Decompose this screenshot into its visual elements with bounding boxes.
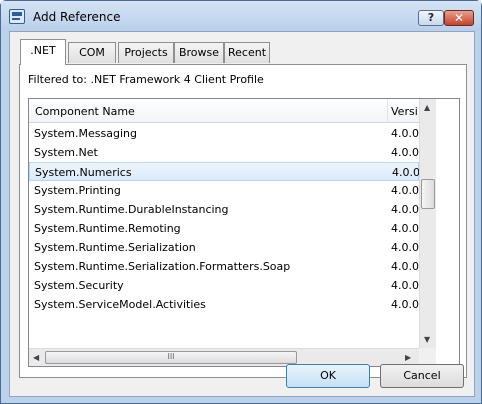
help-button[interactable]: ? [418,10,444,26]
component-version: 4.0.0.0 [392,166,419,179]
list-item[interactable]: System.Runtime.Serialization.Formatters.… [29,257,419,276]
component-version: 4.0.0.0 [391,222,419,235]
tab-dotnet[interactable]: .NET [20,39,66,65]
tab-com[interactable]: COM [68,42,116,63]
component-name: System.Messaging [34,127,137,140]
component-name: System.Runtime.DurableInstancing [34,203,229,216]
component-name: System.Runtime.Remoting [34,222,181,235]
tab-browse[interactable]: Browse [174,42,224,63]
add-reference-dialog: Add Reference ? ✕ .NET COM Projects Brow… [0,0,482,404]
component-version: 4.0.0.0 [391,298,419,311]
component-version: 4.0.0.0 [391,260,419,273]
component-version: 4.0.0.0 [391,203,419,216]
component-version: 4.0.0.0 [391,184,419,197]
column-header-component-name[interactable]: Component Name [35,105,135,118]
list-header: Component Name Versi [29,99,419,123]
component-name: System.Numerics [35,166,132,179]
close-button[interactable]: ✕ [444,10,474,26]
tab-projects[interactable]: Projects [118,42,174,63]
ok-button[interactable]: OK [286,364,370,388]
list-item[interactable]: System.Runtime.Remoting 4.0.0.0 [29,219,419,238]
component-name: System.Runtime.Serialization.Formatters.… [34,260,291,273]
list-item[interactable]: System.Security 4.0.0.0 [29,276,419,295]
list-item[interactable]: System.Runtime.Serialization 4.0.0.0 [29,238,419,257]
component-name: System.Printing [34,184,121,197]
list-item[interactable]: System.Printing 4.0.0.0 [29,181,419,200]
scroll-down-icon[interactable]: ▼ [424,335,430,344]
list-item-selected[interactable]: System.Numerics 4.0.0.0 [29,162,419,181]
scroll-up-icon[interactable]: ▲ [424,103,430,112]
component-version: 4.0.0.0 [391,241,419,254]
component-name: System.Runtime.Serialization [34,241,196,254]
visual-studio-icon [9,9,25,24]
list-item[interactable]: System.ServiceModel.Activities 4.0.0.0 [29,295,419,314]
scroll-left-icon[interactable]: ◀ [33,353,39,362]
component-name: System.Net [34,146,98,159]
column-header-version[interactable]: Versi [391,105,418,118]
list-item[interactable]: System.Net 4.0.0.0 [29,143,419,162]
component-list[interactable]: Component Name Versi System.Messaging 4.… [28,98,460,367]
cancel-button[interactable]: Cancel [380,364,464,388]
title-bar[interactable]: Add Reference ? ✕ [1,1,481,31]
scroll-right-icon[interactable]: ▶ [405,353,411,362]
component-name: System.ServiceModel.Activities [34,298,206,311]
component-version: 4.0.0.0 [391,279,419,292]
dialog-title: Add Reference [33,10,121,24]
component-version: 4.0.0.0 [391,146,419,159]
vertical-scroll-thumb[interactable] [421,179,435,209]
component-name: System.Security [34,279,124,292]
horizontal-scroll-thumb[interactable]: III [45,351,297,364]
tab-recent[interactable]: Recent [224,42,270,63]
component-version: 4.0.0.0 [391,127,419,140]
list-item[interactable]: System.Messaging 4.0.0.0 [29,124,419,143]
vertical-scrollbar[interactable]: ▲ ▼ [419,99,436,348]
list-item[interactable]: System.Runtime.DurableInstancing 4.0.0.0 [29,200,419,219]
column-divider[interactable] [387,99,388,123]
dialog-client-area: .NET COM Projects Browse Recent Filtered… [9,31,475,397]
filter-label: Filtered to: .NET Framework 4 Client Pro… [28,73,264,86]
tab-panel-dotnet: Filtered to: .NET Framework 4 Client Pro… [19,64,467,378]
list-rows: System.Messaging 4.0.0.0 System.Net 4.0.… [29,124,419,335]
